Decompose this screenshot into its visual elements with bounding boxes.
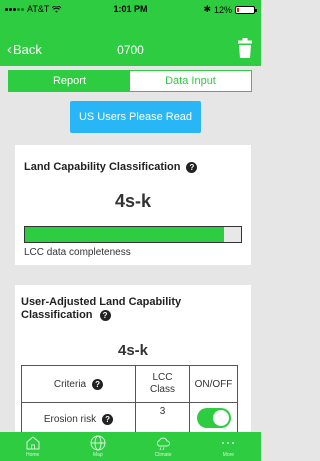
- lcc-class-cell: 3: [135, 402, 190, 436]
- tab-data-input[interactable]: Data Input: [130, 71, 251, 91]
- nav-bar: ‹ Back 0700: [0, 20, 261, 66]
- cloud-icon: [157, 437, 171, 451]
- trash-icon[interactable]: [238, 38, 252, 58]
- user-lcc-value: 4s-k: [117, 342, 149, 359]
- criteria-header-label: Criteria: [53, 378, 87, 390]
- criteria-table: Criteria ? LCC Class ON/OFF Erosion risk…: [21, 365, 238, 436]
- globe-icon: [90, 435, 106, 451]
- user-lcc-title-row: User-Adjusted Land Capability Classifica…: [21, 296, 241, 322]
- help-icon[interactable]: ?: [186, 161, 198, 173]
- bottom-nav-map[interactable]: Map: [65, 432, 130, 461]
- help-icon[interactable]: ?: [102, 413, 114, 425]
- erosion-risk-toggle[interactable]: [196, 407, 231, 428]
- bottom-nav-map-label: Map: [93, 452, 103, 458]
- bottom-nav-climate-label: Climate: [154, 452, 172, 458]
- lcc-title-row: Land Capability Classification ?: [24, 161, 198, 173]
- lcc-completeness-bar: [24, 226, 242, 243]
- bottom-nav-climate[interactable]: Climate: [131, 432, 196, 461]
- status-bar: AT&T 1:01 PM ✱ 12%: [0, 0, 261, 20]
- table-row: Erosion risk ? 3: [21, 402, 238, 436]
- home-icon: [26, 436, 40, 450]
- completeness-label: LCC data completeness: [24, 247, 131, 258]
- lcc-card: Land Capability Classification ? 4s-k LC…: [15, 145, 251, 265]
- completeness-fill: [25, 227, 224, 242]
- onoff-header: ON/OFF: [189, 365, 238, 403]
- help-icon[interactable]: ?: [92, 378, 104, 390]
- bottom-nav-home[interactable]: Home: [0, 432, 65, 461]
- battery-percent: 12%: [213, 4, 232, 15]
- bottom-nav: Home Map Climate More: [0, 432, 261, 461]
- bottom-nav-more-label: More: [222, 452, 235, 458]
- us-users-button[interactable]: US Users Please Read: [70, 101, 201, 133]
- battery-status: ✱ 12%: [203, 4, 257, 15]
- tab-bar: Report Data Input: [8, 70, 252, 92]
- criteria-header: Criteria ?: [21, 365, 136, 403]
- bluetooth-icon: ✱: [203, 4, 211, 14]
- battery-icon: [235, 5, 257, 14]
- criteria-name: Erosion risk: [43, 413, 97, 425]
- lcc-title: Land Capability Classification: [24, 161, 181, 173]
- table-header-row: Criteria ? LCC Class ON/OFF: [21, 365, 238, 403]
- bottom-nav-home-label: Home: [25, 452, 40, 458]
- tab-report[interactable]: Report: [9, 71, 130, 91]
- lcc-class-header: LCC Class: [135, 365, 190, 403]
- criteria-cell: Erosion risk ?: [21, 402, 136, 436]
- bottom-nav-more[interactable]: More: [196, 432, 261, 461]
- help-icon[interactable]: ?: [99, 309, 111, 321]
- more-icon: [222, 442, 235, 444]
- page-title: 0700: [117, 43, 144, 57]
- lcc-class-header-label: LCC Class: [149, 372, 175, 395]
- lcc-value: 4s-k: [114, 191, 152, 211]
- toggle-cell: [189, 402, 238, 436]
